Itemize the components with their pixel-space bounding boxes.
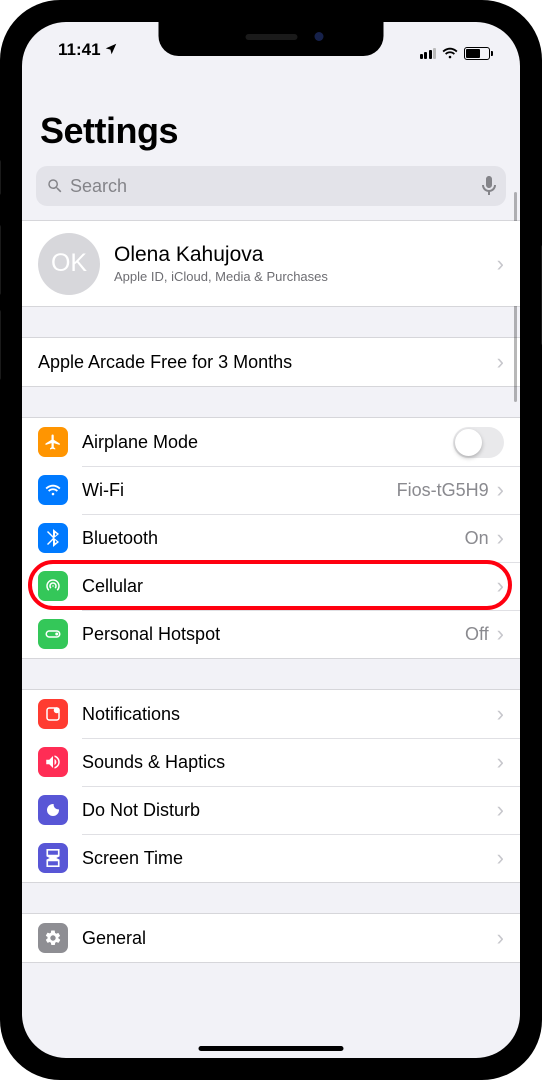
bluetooth-value: On (465, 528, 489, 549)
screentime-row[interactable]: Screen Time › (22, 834, 520, 882)
chevron-right-icon: › (497, 349, 504, 375)
profile-name: Olena Kahujova (114, 243, 483, 267)
hotspot-row[interactable]: Personal Hotspot Off › (22, 610, 520, 658)
profile-subtitle: Apple ID, iCloud, Media & Purchases (114, 269, 483, 284)
page-title: Settings (22, 62, 520, 158)
chevron-right-icon: › (497, 477, 504, 503)
status-time: 11:41 (58, 40, 101, 60)
chevron-right-icon: › (497, 701, 504, 727)
chevron-right-icon: › (497, 621, 504, 647)
home-indicator[interactable] (199, 1046, 344, 1051)
screentime-icon (38, 843, 68, 873)
chevron-right-icon: › (497, 845, 504, 871)
chevron-right-icon: › (497, 749, 504, 775)
wifi-row[interactable]: Wi-Fi Fios-tG5H9 › (22, 466, 520, 514)
airplane-mode-row[interactable]: Airplane Mode (22, 418, 520, 466)
apple-arcade-row[interactable]: Apple Arcade Free for 3 Months › (22, 338, 520, 386)
airplane-icon (38, 427, 68, 457)
chevron-right-icon: › (497, 925, 504, 951)
apple-id-row[interactable]: OK Olena Kahujova Apple ID, iCloud, Medi… (22, 221, 520, 306)
wifi-icon (441, 46, 459, 60)
chevron-right-icon: › (497, 797, 504, 823)
general-row[interactable]: General › (22, 914, 520, 962)
bluetooth-row[interactable]: Bluetooth On › (22, 514, 520, 562)
sounds-row[interactable]: Sounds & Haptics › (22, 738, 520, 786)
cellular-row[interactable]: Cellular › (22, 562, 520, 610)
sounds-icon (38, 747, 68, 777)
notifications-icon (38, 699, 68, 729)
cellular-icon (38, 571, 68, 601)
wifi-value: Fios-tG5H9 (397, 480, 489, 501)
hotspot-value: Off (465, 624, 489, 645)
gear-icon (38, 923, 68, 953)
search-icon (46, 177, 64, 195)
wifi-settings-icon (38, 475, 68, 505)
dnd-icon (38, 795, 68, 825)
search-field[interactable]: Search (36, 166, 506, 206)
cellular-signal-icon (420, 48, 437, 59)
chevron-right-icon: › (497, 525, 504, 551)
dnd-row[interactable]: Do Not Disturb › (22, 786, 520, 834)
hotspot-icon (38, 619, 68, 649)
avatar: OK (38, 233, 100, 295)
location-icon (104, 42, 118, 59)
bluetooth-icon (38, 523, 68, 553)
airplane-toggle[interactable] (453, 427, 504, 458)
battery-icon (464, 47, 490, 60)
chevron-right-icon: › (497, 251, 504, 277)
mic-icon[interactable] (482, 176, 496, 196)
chevron-right-icon: › (497, 573, 504, 599)
notifications-row[interactable]: Notifications › (22, 690, 520, 738)
search-placeholder: Search (70, 176, 476, 197)
